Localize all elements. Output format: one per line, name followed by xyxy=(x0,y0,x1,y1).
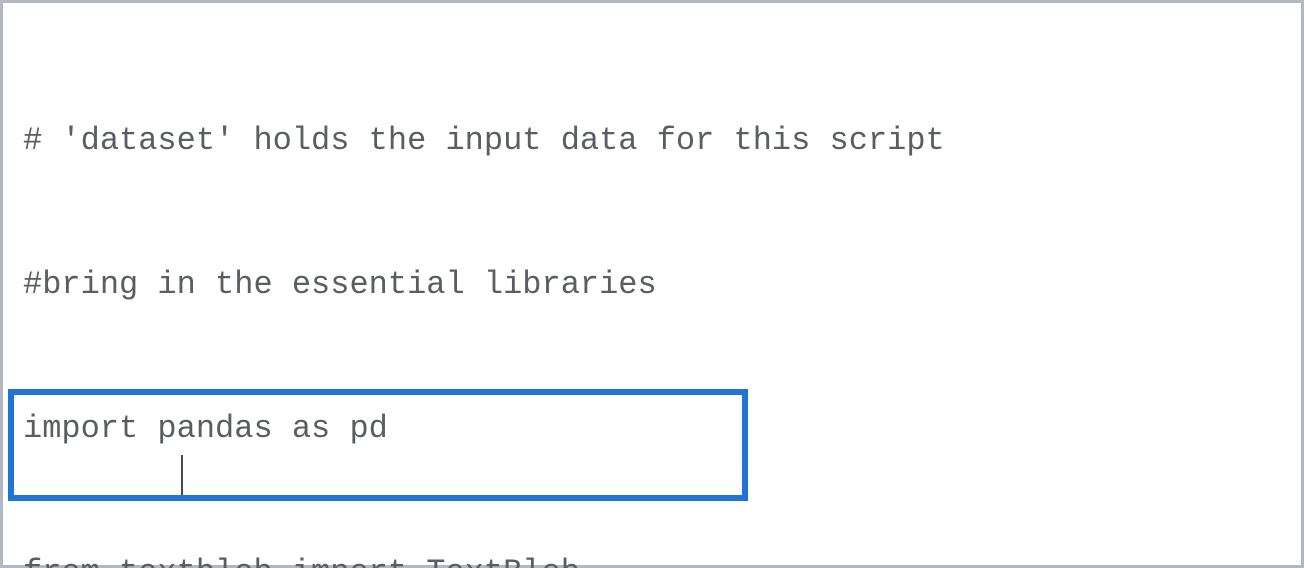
code-line: import pandas as pd xyxy=(23,405,1291,453)
code-line: # 'dataset' holds the input data for thi… xyxy=(23,117,1291,165)
code-line: from textblob import TextBlob xyxy=(23,549,1291,568)
text-cursor xyxy=(181,455,183,495)
code-line: #bring in the essential libraries xyxy=(23,261,1291,309)
python-script-editor[interactable]: # 'dataset' holds the input data for thi… xyxy=(0,0,1304,568)
